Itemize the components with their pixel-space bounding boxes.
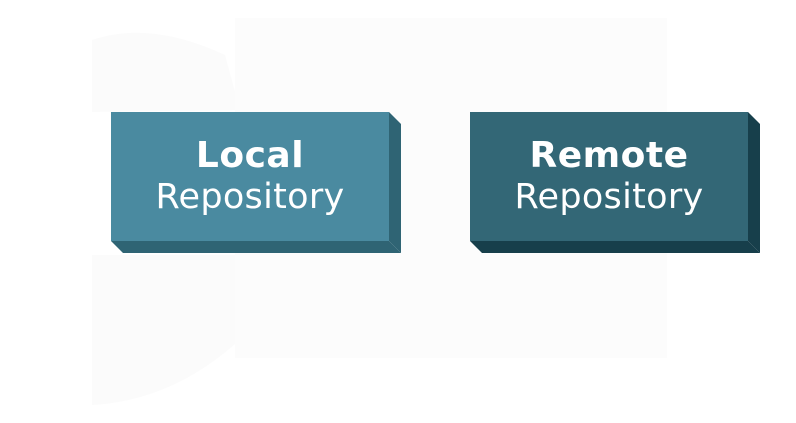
remote-subtitle: Repository [514,176,704,217]
local-subtitle: Repository [155,176,345,217]
local-box-right-edge [389,112,401,253]
local-repository-box: Local Repository [111,112,389,241]
remote-title: Remote [529,134,689,176]
local-box-bottom-edge [111,241,401,253]
remote-box-right-edge [748,112,760,253]
remote-box-bottom-edge [470,241,760,253]
remote-repository-box: Remote Repository [470,112,748,241]
local-title: Local [195,134,305,176]
diagram-canvas: Local Repository Remote Repository [0,0,796,423]
